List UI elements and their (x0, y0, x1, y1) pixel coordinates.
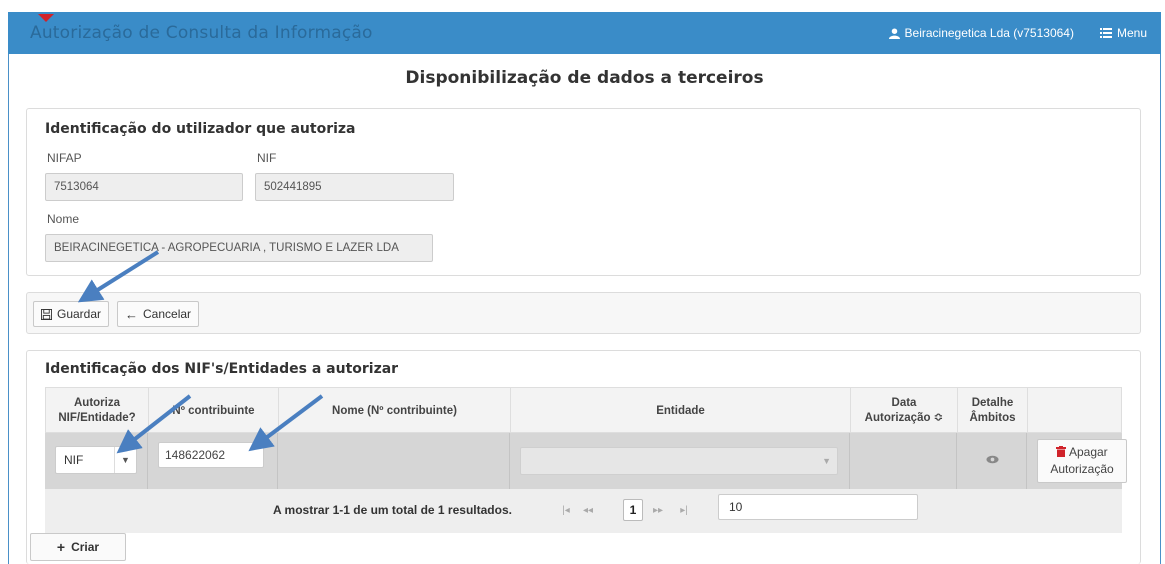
autoriza-select[interactable]: NIF ▼ (55, 446, 137, 474)
save-button[interactable]: Guardar (33, 301, 110, 327)
create-label: Criar (71, 540, 100, 554)
contribuinte-input[interactable]: 148622062 (158, 442, 264, 468)
pager-summary: A mostrar 1-1 de um total de 1 resultado… (273, 503, 512, 517)
top-bar: Autorização de Consulta da Informação Be… (8, 12, 1161, 54)
user-section-title: Identificação do utilizador que autoriza (45, 121, 356, 137)
user-menu[interactable]: Beiracinegetica Lda (v7513064) (888, 26, 1074, 40)
nome-label: Nome (47, 212, 80, 226)
cell-nome (278, 433, 510, 489)
col-entidade[interactable]: Entidade (511, 388, 851, 434)
next-page-icon[interactable]: ▸▸ (649, 499, 667, 521)
delete-authorization-button[interactable]: Apagar Autorização (1037, 439, 1127, 483)
cell-entidade: ▼ (510, 433, 850, 489)
cell-actions: Apagar Autorização (1027, 433, 1127, 489)
col-nome[interactable]: Nome (Nº contribuinte) (279, 388, 511, 434)
entities-panel: Identificação dos NIF's/Entidades a auto… (26, 350, 1141, 564)
col-actions (1028, 388, 1123, 434)
list-menu-icon (1099, 28, 1112, 38)
page-title: Disponibilização de dados a terceiros (405, 68, 764, 88)
nif-label: NIF (257, 151, 277, 165)
last-page-icon[interactable]: ▸| (675, 499, 693, 521)
cancel-button[interactable]: ← Cancelar (117, 301, 200, 327)
table-header: Autoriza NIF/Entidade? Nº contribuinte N… (45, 387, 1123, 434)
first-page-icon[interactable]: |◂ (557, 499, 575, 521)
eye-icon[interactable] (986, 455, 999, 464)
col-detalhe: Detalhe Âmbitos (958, 388, 1028, 434)
table-row: NIF ▼ 148622062 ▼ Apagar Autorização (45, 433, 1127, 489)
cell-autoriza: NIF ▼ (45, 433, 148, 489)
cell-contribuinte: 148622062 (148, 433, 278, 489)
prev-page-icon[interactable]: ◂◂ (579, 499, 597, 521)
floppy-disk-icon (41, 308, 52, 320)
brand-marker-icon (38, 14, 54, 22)
page-number[interactable]: 1 (623, 499, 643, 521)
autoriza-value: NIF (64, 453, 84, 467)
entities-section-title: Identificação dos NIF's/Entidades a auto… (45, 361, 399, 377)
app-title: Autorização de Consulta da Informação (30, 23, 373, 43)
trash-icon (1056, 446, 1067, 457)
nifap-field: 7513064 (45, 173, 243, 201)
menu-button[interactable]: Menu (1099, 26, 1147, 40)
caret-down-icon: ▼ (114, 447, 136, 473)
rows-per-page-input[interactable]: 10 (718, 494, 918, 520)
user-identification-panel: Identificação do utilizador que autoriza… (26, 108, 1141, 276)
cell-detalhe (957, 433, 1027, 489)
pager-row: A mostrar 1-1 de um total de 1 resultado… (45, 489, 1122, 533)
nifap-label: NIFAP (47, 151, 82, 165)
menu-label: Menu (1116, 26, 1147, 40)
cell-data (850, 433, 957, 489)
cancel-label: Cancelar (143, 307, 192, 321)
entidade-select[interactable]: ▼ (520, 447, 838, 475)
nome-field: BEIRACINEGETICA - AGROPECUARIA , TURISMO… (45, 234, 433, 262)
create-button[interactable]: + Criar (30, 533, 126, 561)
col-data-autorizacao[interactable]: Data Autorização ≎ (851, 388, 958, 434)
save-label: Guardar (57, 307, 102, 321)
caret-down-icon: ▼ (822, 456, 831, 466)
user-name-label: Beiracinegetica Lda (v7513064) (904, 26, 1074, 40)
action-toolbar: Guardar ← Cancelar (26, 292, 1141, 334)
user-icon (888, 27, 900, 39)
col-contribuinte[interactable]: Nº contribuinte (149, 388, 279, 434)
nif-field: 502441895 (255, 173, 454, 201)
arrow-left-icon: ← (125, 306, 138, 322)
plus-icon: + (56, 539, 66, 555)
col-autoriza: Autoriza NIF/Entidade? (46, 388, 149, 434)
